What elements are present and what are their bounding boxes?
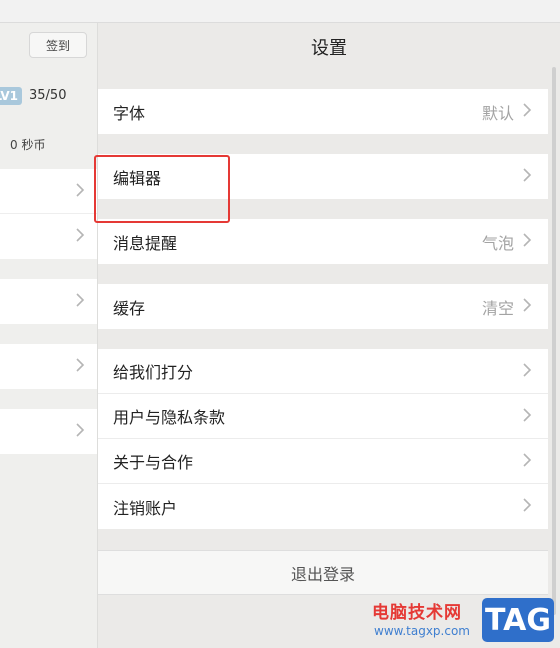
chevron-right-icon xyxy=(522,101,532,119)
checkin-button[interactable]: 签到 xyxy=(29,32,87,58)
settings-panel: 设置 字体 默认 编辑器 消息提醒 气泡 缓存 清空 给我们打分 用户与隐私条款… xyxy=(98,23,560,648)
sidebar-group-4 xyxy=(0,409,97,454)
chevron-right-icon xyxy=(522,231,532,249)
sidebar-row[interactable] xyxy=(0,409,97,454)
chevron-right-icon xyxy=(522,361,532,379)
sidebar-row[interactable] xyxy=(0,214,97,259)
chevron-right-icon xyxy=(522,166,532,184)
setting-row-editor[interactable]: 编辑器 xyxy=(98,154,548,199)
settings-group-notifications: 消息提醒 气泡 xyxy=(98,219,548,264)
setting-row-cache[interactable]: 缓存 清空 xyxy=(98,284,548,329)
watermark-tag-logo: TAG xyxy=(482,598,554,642)
setting-label: 给我们打分 xyxy=(113,363,194,382)
account-sidebar: 签到 LV1 35/50 0 秒币 xyxy=(0,23,98,648)
setting-row-delete-account[interactable]: 注销账户 xyxy=(98,484,548,529)
level-progress: 35/50 xyxy=(29,88,67,103)
setting-value: 气泡 xyxy=(481,233,514,253)
logout-button[interactable]: 退出登录 xyxy=(98,550,548,595)
chevron-right-icon xyxy=(75,291,85,309)
setting-label: 用户与隐私条款 xyxy=(113,408,226,427)
chevron-right-icon xyxy=(522,496,532,514)
setting-value: 默认 xyxy=(481,103,514,123)
window-top-bar xyxy=(0,0,560,23)
setting-row-privacy-terms[interactable]: 用户与隐私条款 xyxy=(98,394,548,439)
scrollbar[interactable] xyxy=(552,67,556,615)
level-badge: LV1 xyxy=(0,87,22,105)
setting-row-about-cooperation[interactable]: 关于与合作 xyxy=(98,439,548,484)
sidebar-row[interactable] xyxy=(0,344,97,389)
settings-group-editor: 编辑器 xyxy=(98,154,548,199)
sidebar-group-2 xyxy=(0,279,97,324)
setting-row-rate-us[interactable]: 给我们打分 xyxy=(98,349,548,394)
setting-label: 消息提醒 xyxy=(113,233,178,253)
chevron-right-icon xyxy=(75,226,85,244)
page-title: 设置 xyxy=(311,38,347,59)
sidebar-group-1 xyxy=(0,169,97,259)
chevron-right-icon xyxy=(75,421,85,439)
setting-label: 字体 xyxy=(113,103,146,123)
setting-label: 缓存 xyxy=(113,298,146,318)
setting-row-notifications[interactable]: 消息提醒 气泡 xyxy=(98,219,548,264)
chevron-right-icon xyxy=(522,451,532,469)
coin-balance: 0 秒币 xyxy=(10,138,46,152)
chevron-right-icon xyxy=(522,406,532,424)
sidebar-row[interactable] xyxy=(0,169,97,214)
settings-group-cache: 缓存 清空 xyxy=(98,284,548,329)
sidebar-row[interactable] xyxy=(0,279,97,324)
watermark-url: www.tagxp.com xyxy=(374,624,470,638)
setting-row-font[interactable]: 字体 默认 xyxy=(98,89,548,134)
settings-group-about: 给我们打分 用户与隐私条款 关于与合作 注销账户 xyxy=(98,349,548,529)
chevron-right-icon xyxy=(75,181,85,199)
sidebar-group-3 xyxy=(0,344,97,389)
chevron-right-icon xyxy=(522,296,532,314)
watermark-site-name: 电脑技术网 xyxy=(372,603,462,623)
chevron-right-icon xyxy=(75,356,85,374)
settings-group-font: 字体 默认 xyxy=(98,89,548,134)
setting-label: 注销账户 xyxy=(113,498,178,518)
setting-value: 清空 xyxy=(481,298,514,318)
setting-label: 关于与合作 xyxy=(113,453,194,472)
watermark: 电脑技术网 www.tagxp.com TAG xyxy=(372,596,556,644)
setting-label: 编辑器 xyxy=(113,168,162,188)
